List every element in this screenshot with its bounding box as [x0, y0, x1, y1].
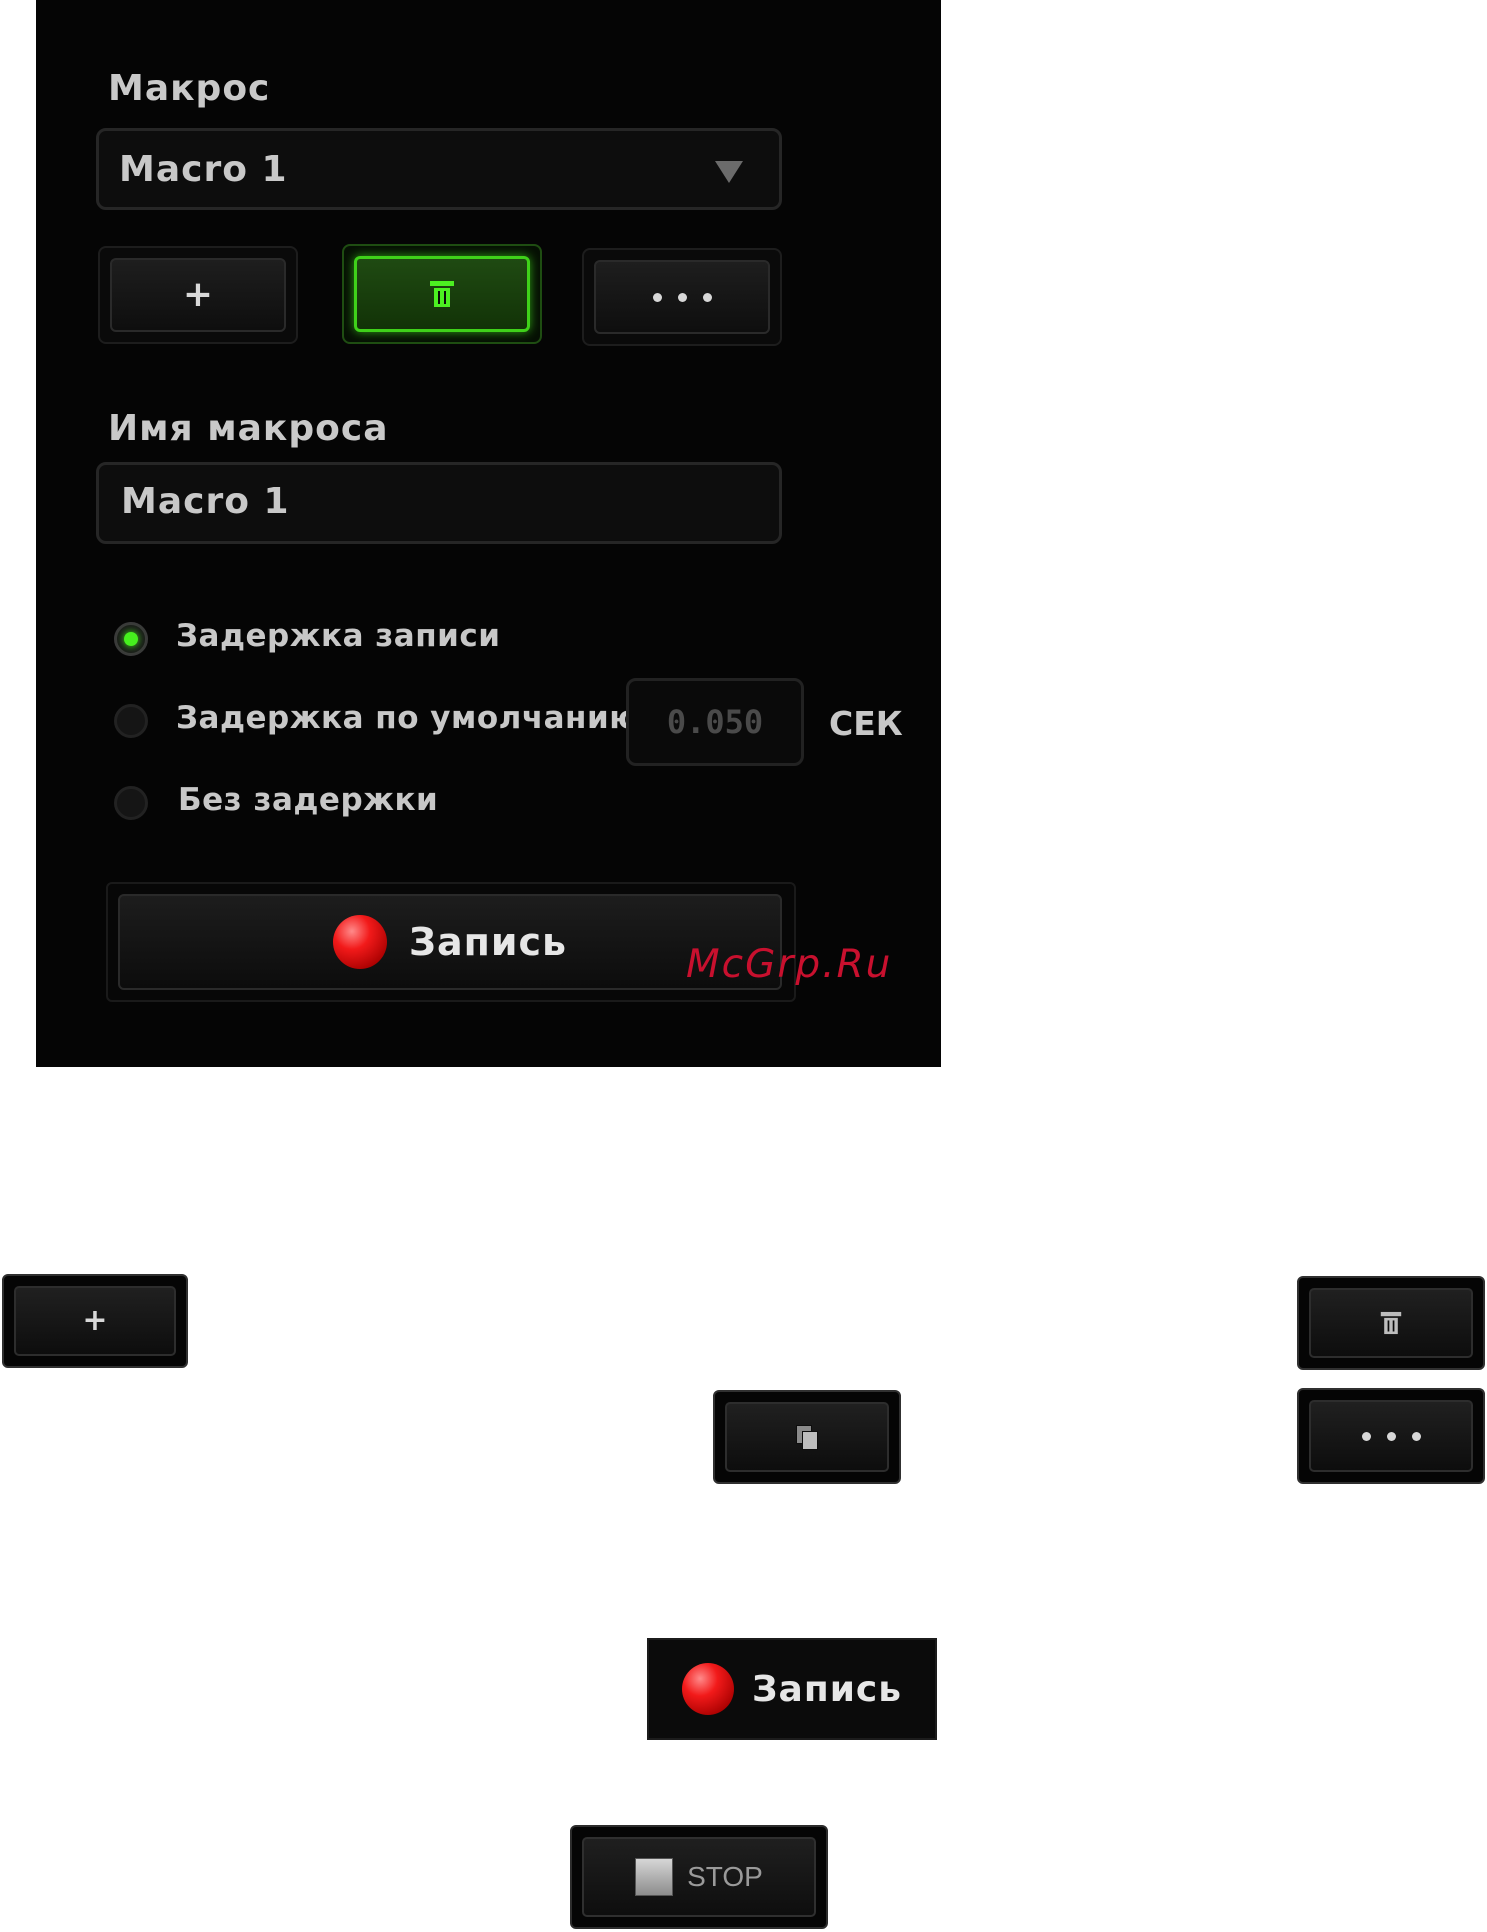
- delete-macro-button[interactable]: [354, 256, 530, 332]
- more-dots-icon: [1361, 1431, 1421, 1441]
- radio-no-delay-label: Без задержки: [178, 782, 439, 818]
- watermark: McGrp.Ru: [686, 942, 893, 987]
- trash-icon: [1380, 1311, 1402, 1335]
- radio-default-delay[interactable]: [114, 704, 148, 738]
- record-button[interactable]: Запись: [118, 894, 782, 990]
- stop-button[interactable]: STOP: [582, 1837, 816, 1917]
- record-dot-icon: [332, 915, 387, 969]
- add-macro-button[interactable]: +: [110, 258, 286, 332]
- add-macro-button-frame: +: [98, 246, 298, 344]
- macro-name-label: Имя макроса: [108, 408, 389, 449]
- record-button-standalone[interactable]: Запись: [647, 1638, 937, 1740]
- radio-default-delay-label: Задержка по умолчанию: [176, 700, 640, 736]
- stop-square-icon: [635, 1858, 674, 1896]
- default-delay-field[interactable]: [626, 678, 804, 766]
- plus-icon: +: [182, 274, 214, 315]
- plus-icon: +: [82, 1303, 108, 1338]
- more-options-button-frame: [582, 248, 782, 346]
- record-dot-icon: [681, 1663, 734, 1715]
- macro-panel: Макрос Macro 1 + Имя макроса Macro 1 Зад…: [36, 0, 941, 1067]
- stop-button-frame: STOP: [570, 1825, 828, 1929]
- more-button-standalone[interactable]: [1297, 1388, 1485, 1484]
- add-button-standalone[interactable]: +: [2, 1274, 188, 1368]
- delete-button-standalone[interactable]: [1297, 1276, 1485, 1370]
- trash-icon: [430, 281, 454, 307]
- macro-select[interactable]: Macro 1: [96, 128, 782, 210]
- record-button-label: Запись: [408, 920, 568, 964]
- copy-icon: [796, 1425, 818, 1450]
- record-button-label: Запись: [751, 1668, 903, 1710]
- radio-record-delay-label: Задержка записи: [176, 618, 501, 654]
- macro-select-value: Macro 1: [119, 149, 288, 190]
- default-delay-input[interactable]: [643, 702, 787, 742]
- radio-record-delay[interactable]: [114, 622, 148, 656]
- more-options-button[interactable]: [594, 260, 770, 334]
- delete-macro-button-frame: [342, 244, 542, 344]
- radio-no-delay[interactable]: [114, 786, 148, 820]
- copy-button-standalone[interactable]: [713, 1390, 901, 1484]
- more-dots-icon: [652, 292, 712, 302]
- macro-name-field[interactable]: Macro 1: [96, 462, 782, 544]
- macro-name-value: Macro 1: [121, 481, 290, 522]
- stop-button-label: STOP: [687, 1861, 763, 1892]
- delay-unit: СЕК: [829, 704, 903, 743]
- chevron-down-icon: [715, 161, 743, 183]
- macro-label: Макрос: [108, 68, 271, 109]
